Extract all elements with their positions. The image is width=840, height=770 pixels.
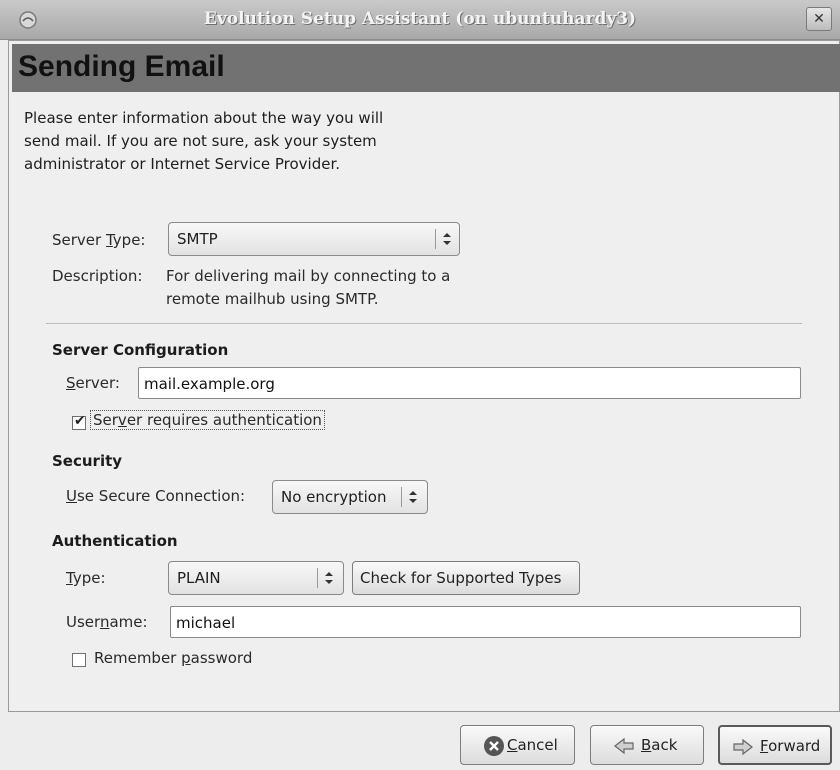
cancel-icon bbox=[484, 736, 504, 756]
secure-connection-value: No encryption bbox=[281, 488, 387, 506]
server-type-label: Server Type: bbox=[52, 231, 146, 249]
combo-updown-icon bbox=[409, 491, 417, 503]
back-arrow-icon bbox=[614, 737, 634, 755]
combo-separator bbox=[317, 568, 318, 588]
combo-separator bbox=[401, 487, 402, 507]
combo-separator bbox=[435, 229, 436, 249]
server-type-value: SMTP bbox=[177, 230, 218, 248]
server-input[interactable] bbox=[144, 373, 795, 395]
description-line-1: For delivering mail by connecting to a bbox=[166, 267, 451, 285]
remember-password-label[interactable]: Remember password bbox=[94, 649, 252, 667]
auth-type-value: PLAIN bbox=[177, 569, 221, 587]
server-configuration-heading: Server Configuration bbox=[52, 341, 229, 359]
forward-arrow-icon bbox=[733, 738, 753, 756]
auth-type-label: Type: bbox=[66, 569, 106, 587]
username-input[interactable] bbox=[176, 612, 795, 634]
forward-button[interactable]: Forward bbox=[718, 725, 832, 765]
window-titlebar: Evolution Setup Assistant (on ubuntuhard… bbox=[0, 0, 840, 40]
secure-connection-combo[interactable]: No encryption bbox=[272, 480, 428, 514]
remember-password-checkbox[interactable] bbox=[72, 653, 86, 667]
window-title: Evolution Setup Assistant (on ubuntuhard… bbox=[203, 9, 637, 29]
section-divider bbox=[46, 323, 802, 324]
auth-required-label[interactable]: Server requires authentication bbox=[90, 410, 325, 430]
secure-connection-label: Use Secure Connection: bbox=[66, 487, 246, 505]
page-title: Sending Email bbox=[18, 50, 225, 83]
page-header: Sending Email bbox=[12, 44, 840, 92]
description-line-2: remote mailhub using SMTP. bbox=[166, 290, 379, 308]
security-heading: Security bbox=[52, 452, 123, 470]
authentication-heading: Authentication bbox=[52, 532, 178, 550]
server-field[interactable] bbox=[138, 367, 801, 399]
intro-text: Please enter information about the way y… bbox=[24, 109, 384, 173]
close-button[interactable]: ✕ bbox=[806, 7, 832, 31]
cancel-button[interactable]: Cancel bbox=[460, 725, 575, 765]
auth-type-combo[interactable]: PLAIN bbox=[168, 561, 344, 595]
description-label: Description: bbox=[52, 267, 143, 285]
username-label: Username: bbox=[66, 613, 148, 631]
combo-updown-icon bbox=[443, 233, 451, 245]
back-button[interactable]: Back bbox=[590, 725, 704, 765]
combo-updown-icon bbox=[325, 572, 333, 584]
username-field[interactable] bbox=[170, 606, 801, 638]
server-type-combo[interactable]: SMTP bbox=[168, 222, 460, 256]
auth-required-checkbox[interactable]: ✔ bbox=[72, 413, 86, 430]
checkmark-icon: ✔ bbox=[74, 413, 86, 429]
check-supported-types-button[interactable]: Check for Supported Types bbox=[352, 561, 580, 595]
server-label: Server: bbox=[66, 374, 120, 392]
